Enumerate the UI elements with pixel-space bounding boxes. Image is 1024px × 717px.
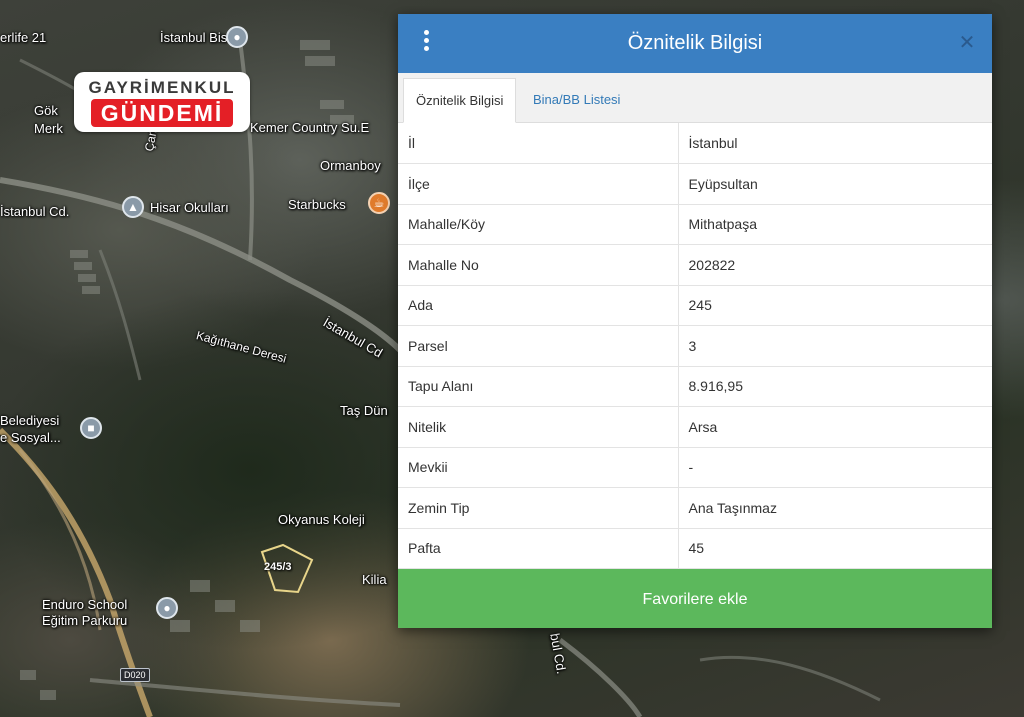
map-label: Kilia	[362, 572, 387, 587]
tab-attribute-info[interactable]: Öznitelik Bilgisi	[403, 78, 517, 123]
map-label: e Sosyal...	[0, 430, 61, 445]
dialog-title: Öznitelik Bilgisi	[627, 32, 763, 54]
marker-icon[interactable]: ●	[156, 597, 178, 619]
attribute-value: -	[678, 447, 992, 488]
table-row: Nitelik Arsa	[398, 406, 992, 448]
map-label: Ormanboy	[320, 158, 381, 173]
attribute-key: Mahalle No	[398, 244, 679, 286]
marker-icon[interactable]: ●	[226, 26, 248, 48]
attribute-key: İlçe	[398, 163, 679, 205]
attribute-value: 245	[678, 285, 992, 326]
attribute-value: Arsa	[678, 406, 992, 448]
museum-icon[interactable]: ■	[80, 417, 102, 439]
parcel-label[interactable]: 245/3	[264, 561, 292, 573]
cafe-icon[interactable]: ☕	[368, 192, 390, 214]
table-row: Parsel 3	[398, 325, 992, 367]
map-label: Hisar Okulları	[150, 200, 229, 215]
table-row: Mahalle/Köy Mithatpaşa	[398, 204, 992, 245]
logo-line-2: GÜNDEMİ	[90, 99, 234, 127]
map-label: İstanbul Cd.	[0, 204, 70, 219]
brand-logo: GAYRİMENKUL GÜNDEMİ	[74, 72, 250, 132]
attribute-value: 202822	[678, 244, 992, 286]
attribute-value: 8.916,95	[678, 366, 992, 407]
attribute-key: Zemin Tip	[398, 487, 679, 529]
table-row: Tapu Alanı 8.916,95	[398, 366, 992, 407]
attribute-table: İl İstanbul İlçe Eyüpsultan Mahalle/Köy Mitha…	[398, 123, 992, 569]
attribute-key: Nitelik	[398, 406, 679, 448]
school-icon[interactable]: ▲	[122, 196, 144, 218]
map-label: Okyanus Koleji	[278, 512, 365, 527]
attribute-key: İl	[398, 123, 679, 164]
table-row: Mevkii -	[398, 447, 992, 488]
table-row: Zemin Tip Ana Taşınmaz	[398, 487, 992, 529]
attribute-value: 3	[678, 325, 992, 367]
table-row: İlçe Eyüpsultan	[398, 163, 992, 205]
map-label: erlife 21	[0, 30, 47, 45]
kebab-menu-icon[interactable]	[418, 30, 434, 56]
attribute-key: Ada	[398, 285, 679, 326]
map-label: Merk	[34, 121, 63, 136]
tab-building-list[interactable]: Bina/BB Listesi	[521, 78, 632, 123]
attribute-info-dialog: Öznitelik Bilgisi ✕ Öznitelik Bilgisi Bi…	[398, 14, 992, 628]
map-label: Belediyesi	[0, 413, 60, 428]
table-row: Mahalle No 202822	[398, 244, 992, 286]
attribute-key: Tapu Alanı	[398, 366, 679, 407]
attribute-key: Pafta	[398, 528, 679, 569]
attribute-value: Mithatpaşa	[678, 204, 992, 245]
attribute-value: İstanbul	[678, 123, 992, 164]
map-label: Starbucks	[288, 197, 346, 212]
attribute-key: Mahalle/Köy	[398, 204, 679, 245]
table-row: İl İstanbul	[398, 123, 992, 164]
close-icon[interactable]: ✕	[958, 32, 976, 54]
map-label: İstanbul Bis	[160, 30, 228, 45]
map-label: Kemer Country Su.E	[250, 120, 370, 135]
table-row: Pafta 45	[398, 528, 992, 569]
logo-line-1: GAYRİMENKUL	[88, 78, 236, 97]
map-label: Taş Dün	[340, 403, 388, 418]
map-label: Gök	[34, 103, 58, 118]
map-label: Enduro School	[42, 597, 128, 612]
dialog-header: Öznitelik Bilgisi ✕	[398, 14, 992, 73]
tab-bar: Öznitelik Bilgisi Bina/BB Listesi	[398, 73, 992, 123]
map-label: Eğitim Parkuru	[42, 613, 128, 628]
attribute-value: Eyüpsultan	[678, 163, 992, 205]
attribute-key: Mevkii	[398, 447, 679, 488]
attribute-value: 45	[678, 528, 992, 569]
table-row: Ada 245	[398, 285, 992, 326]
attribute-value: Ana Taşınmaz	[678, 487, 992, 529]
attribute-key: Parsel	[398, 325, 679, 367]
add-to-favorites-button[interactable]: Favorilere ekle	[398, 569, 992, 628]
road-badge: D020	[120, 668, 150, 682]
